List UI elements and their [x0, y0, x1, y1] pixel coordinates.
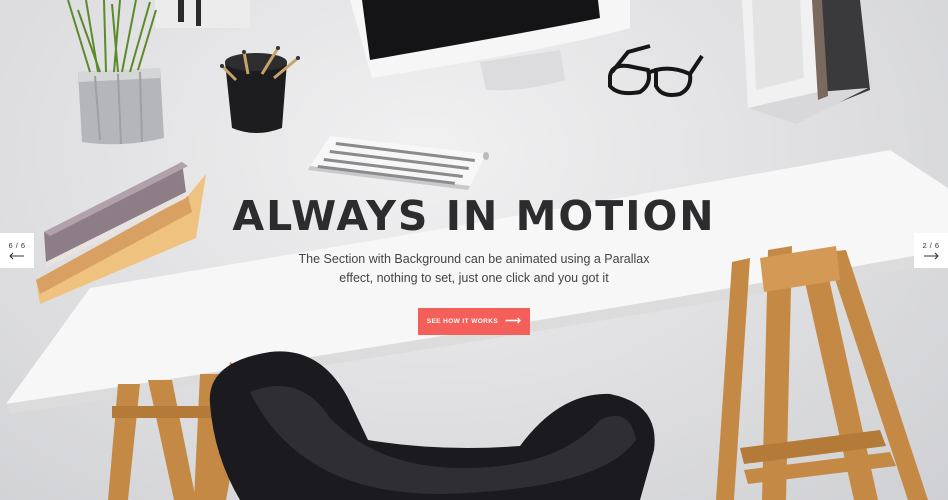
see-how-it-works-button[interactable]: SEE HOW IT WORKS ⟶ — [418, 308, 530, 335]
arrow-right-icon: ⟶ — [505, 315, 522, 327]
plant-pot — [67, 0, 164, 145]
arrow-right-icon — [924, 252, 939, 260]
hero-description-line-2: effect, nothing to set, just one click a… — [339, 271, 609, 285]
cta-label: SEE HOW IT WORKS — [426, 318, 499, 325]
right-books — [742, 0, 870, 124]
hero-section: ALWAYS IN MOTION The Section with Backgr… — [0, 0, 948, 500]
top-books — [155, 0, 250, 28]
hero-description: The Section with Background can be anima… — [274, 250, 674, 288]
chair — [209, 351, 655, 500]
hero-description-line-1: The Section with Background can be anima… — [298, 252, 650, 266]
monitor — [350, 0, 630, 91]
slide-counter-next: 2 / 6 — [922, 241, 940, 250]
arrow-left-icon — [9, 252, 24, 260]
slide-counter-prev: 6 / 6 — [8, 241, 26, 250]
glasses — [608, 44, 704, 97]
hero-title: ALWAYS IN MOTION — [232, 192, 716, 240]
slider-next-button[interactable]: 2 / 6 — [914, 233, 948, 268]
slider-prev-button[interactable]: 6 / 6 — [0, 233, 34, 268]
keyboard — [308, 136, 489, 190]
pencil-cup — [220, 46, 300, 133]
desk-leg-right — [716, 246, 928, 500]
